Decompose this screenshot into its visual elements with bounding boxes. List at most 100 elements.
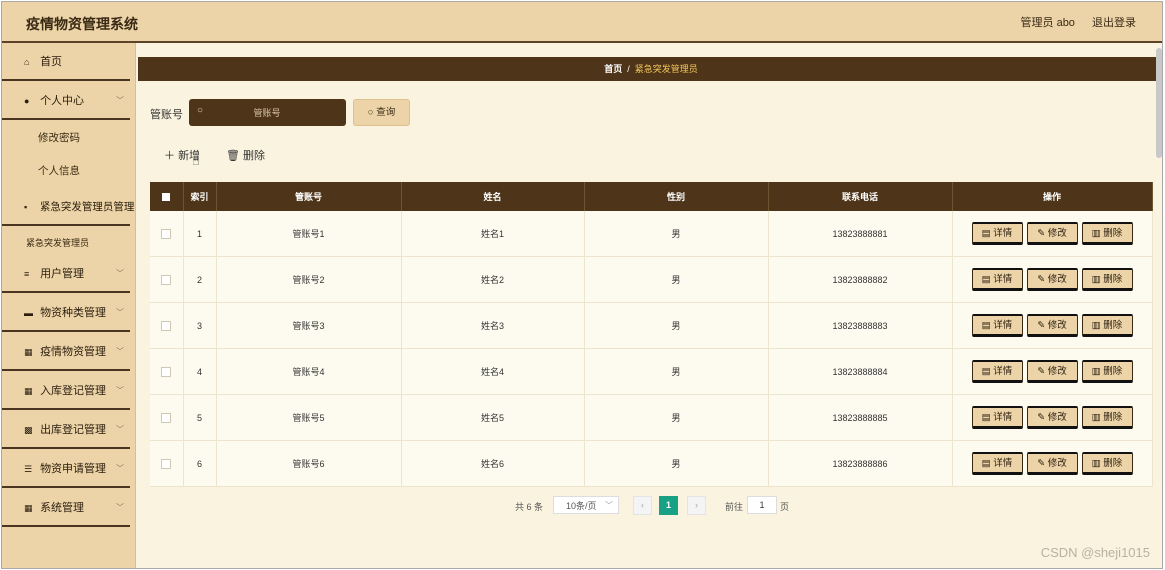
sidebar-item-emergency-admin[interactable]: 紧急突发管理员 bbox=[2, 236, 130, 249]
row-account: 管账号5 bbox=[216, 394, 402, 441]
row-account: 管账号4 bbox=[216, 348, 402, 395]
watermark: CSDN @sheji1015 bbox=[1040, 545, 1150, 560]
column-header: 管账号 bbox=[216, 182, 402, 211]
chevron-down-icon: ﹀ bbox=[116, 503, 124, 512]
search-input[interactable] bbox=[215, 103, 319, 123]
row-name: 姓名1 bbox=[401, 211, 585, 257]
edit-button[interactable]: ✎ 修改 bbox=[1026, 314, 1078, 337]
query-button-label: 查询 bbox=[376, 107, 396, 118]
page-size-select[interactable]: 10条/页 ﹀ bbox=[553, 496, 619, 514]
top-header: 疫情物资管理系统 管理员 abo 退出登录 bbox=[2, 2, 1162, 43]
sidebar-item-inbound-mgmt[interactable]: ▦ 入库登记管理 ﹀ bbox=[2, 372, 130, 410]
column-header: 联系电话 bbox=[768, 182, 953, 211]
delete-row-button[interactable]: ▥ 删除 bbox=[1081, 314, 1133, 337]
edit-button[interactable]: ✎ 修改 bbox=[1026, 360, 1078, 383]
select-all-checkbox[interactable] bbox=[150, 182, 184, 211]
scrollbar[interactable] bbox=[1156, 48, 1162, 158]
app-window: 疫情物资管理系统 管理员 abo 退出登录 ⌂ 首页 ● 个人中心 ﹀ 修改密码… bbox=[1, 1, 1163, 569]
sidebar-item-label: 疫情物资管理 bbox=[40, 346, 107, 358]
sidebar-item-material-type-mgmt[interactable]: ▬ 物资种类管理 ﹀ bbox=[2, 294, 130, 332]
logout-link[interactable]: 退出登录 bbox=[1092, 17, 1136, 29]
trash-icon: ▥ bbox=[1091, 458, 1101, 469]
sidebar-item-label: 紧急突发管理员管理 bbox=[39, 201, 135, 213]
delete-row-button[interactable]: ▥ 删除 bbox=[1081, 222, 1133, 245]
table-row: 5 管账号5 姓名5 男 13823888885 ▤ 详情 ✎ 修改 ▥ 删除 bbox=[150, 394, 1153, 441]
sidebar-item-label: 用户管理 bbox=[40, 268, 85, 280]
next-page-button[interactable]: › bbox=[687, 496, 706, 515]
row-checkbox[interactable] bbox=[150, 394, 184, 441]
edit-button-label: 修改 bbox=[1047, 458, 1067, 469]
delete-button-label: 删除 bbox=[243, 150, 266, 162]
row-checkbox[interactable] bbox=[150, 302, 184, 349]
grid-icon: ▦ bbox=[24, 503, 33, 513]
table-header-row: 索引 管账号 姓名 性别 联系电话 操作 bbox=[150, 182, 1153, 211]
trash-icon: ▥ bbox=[1091, 228, 1101, 239]
trash-icon: ▥ bbox=[1091, 274, 1101, 285]
column-header: 性别 bbox=[584, 182, 769, 211]
table-row: 6 管账号6 姓名6 男 13823888886 ▤ 详情 ✎ 修改 ▥ 删除 bbox=[150, 440, 1153, 487]
search-field[interactable]: ○ bbox=[189, 99, 346, 126]
row-phone: 13823888886 bbox=[768, 440, 953, 487]
sidebar-item-personal-center[interactable]: ● 个人中心 ﹀ bbox=[2, 82, 130, 120]
edit-button[interactable]: ✎ 修改 bbox=[1026, 406, 1078, 429]
column-header: 操作 bbox=[952, 182, 1153, 211]
detail-button[interactable]: ▤ 详情 bbox=[971, 268, 1023, 291]
detail-button-label: 详情 bbox=[993, 228, 1013, 239]
app-title: 疫情物资管理系统 bbox=[26, 16, 138, 32]
row-checkbox[interactable] bbox=[150, 256, 184, 303]
grid-icon: ▦ bbox=[24, 347, 33, 357]
row-checkbox[interactable] bbox=[150, 211, 184, 257]
breadcrumb-home[interactable]: 首页 bbox=[604, 64, 622, 74]
delete-row-button[interactable]: ▥ 删除 bbox=[1081, 452, 1133, 475]
mouse-pointer-icon: ☝ bbox=[192, 153, 200, 168]
detail-button-label: 详情 bbox=[993, 274, 1013, 285]
detail-button[interactable]: ▤ 详情 bbox=[971, 314, 1023, 337]
edit-icon: ✎ bbox=[1037, 458, 1046, 469]
row-checkbox[interactable] bbox=[150, 348, 184, 395]
query-button[interactable]: ○ 查询 bbox=[353, 99, 410, 126]
table-row: 4 管账号4 姓名4 男 13823888884 ▤ 详情 ✎ 修改 ▥ 删除 bbox=[150, 348, 1153, 395]
edit-button[interactable]: ✎ 修改 bbox=[1026, 222, 1078, 245]
edit-button[interactable]: ✎ 修改 bbox=[1026, 452, 1078, 475]
chevron-down-icon: ﹀ bbox=[116, 425, 124, 434]
edit-button-label: 修改 bbox=[1047, 366, 1067, 377]
sidebar-item-change-password[interactable]: 修改密码 bbox=[2, 122, 130, 154]
edit-button[interactable]: ✎ 修改 bbox=[1026, 268, 1078, 291]
detail-button[interactable]: ▤ 详情 bbox=[971, 406, 1023, 429]
delete-row-button[interactable]: ▥ 删除 bbox=[1081, 268, 1133, 291]
sidebar-item-label: 物资申请管理 bbox=[40, 463, 107, 475]
delete-row-button[interactable]: ▥ 删除 bbox=[1081, 406, 1133, 429]
row-account: 管账号1 bbox=[216, 211, 402, 257]
sidebar-item-user-mgmt[interactable]: ≡ 用户管理 ﹀ bbox=[2, 255, 130, 293]
sidebar-item-material-request-mgmt[interactable]: ☰ 物资申请管理 ﹀ bbox=[2, 450, 130, 488]
list-icon: ≡ bbox=[24, 269, 30, 279]
row-name: 姓名5 bbox=[401, 394, 585, 441]
sidebar-item-outbound-mgmt[interactable]: ▩ 出库登记管理 ﹀ bbox=[2, 411, 130, 449]
page-number-current[interactable]: 1 bbox=[659, 496, 678, 515]
breadcrumb: 首页 / 紧急突发管理员 bbox=[138, 57, 1162, 81]
card-icon: ▬ bbox=[24, 308, 33, 318]
trash-icon: ▥ bbox=[1091, 320, 1101, 331]
row-gender: 男 bbox=[584, 394, 769, 441]
sidebar-item-emergency-admin-mgmt[interactable]: ▪ 紧急突发管理员管理 bbox=[2, 188, 134, 226]
filter-icon: ☰ bbox=[24, 464, 33, 474]
sidebar-item-label: 个人中心 bbox=[40, 95, 85, 107]
sidebar-item-system-mgmt[interactable]: ▦ 系统管理 ﹀ bbox=[2, 489, 130, 527]
detail-button[interactable]: ▤ 详情 bbox=[971, 452, 1023, 475]
sidebar-item-epidemic-material-mgmt[interactable]: ▦ 疫情物资管理 ﹀ bbox=[2, 333, 130, 371]
detail-button[interactable]: ▤ 详情 bbox=[971, 360, 1023, 383]
prev-page-button[interactable]: ‹ bbox=[633, 496, 652, 515]
delete-row-button-label: 删除 bbox=[1103, 366, 1123, 377]
delete-row-button[interactable]: ▥ 删除 bbox=[1081, 360, 1133, 383]
row-gender: 男 bbox=[584, 211, 769, 257]
sidebar-item-home[interactable]: ⌂ 首页 bbox=[2, 43, 130, 81]
detail-button[interactable]: ▤ 详情 bbox=[971, 222, 1023, 245]
row-checkbox[interactable] bbox=[150, 440, 184, 487]
sidebar-item-personal-info[interactable]: 个人信息 bbox=[2, 155, 130, 187]
chevron-down-icon: ﹀ bbox=[116, 386, 124, 395]
grid-icon: ▦ bbox=[24, 386, 33, 396]
sidebar-item-label: 首页 bbox=[40, 56, 63, 68]
document-icon: ▤ bbox=[981, 366, 991, 377]
delete-button[interactable]: 🗑 删除 bbox=[226, 147, 265, 163]
goto-page-input[interactable]: 1 bbox=[747, 496, 777, 514]
